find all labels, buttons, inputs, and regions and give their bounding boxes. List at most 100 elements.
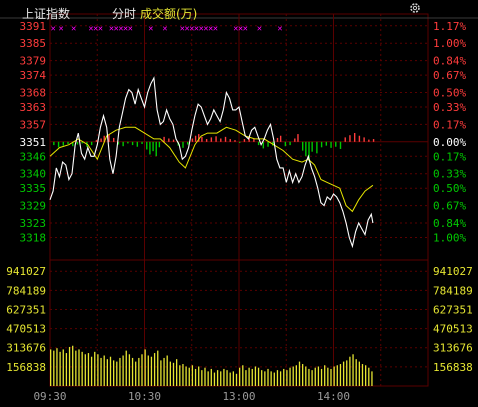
volume-bar — [72, 345, 74, 386]
volume-tick-label-right: 941027 — [433, 265, 473, 278]
volume-bar — [261, 370, 263, 386]
indicator-bar — [182, 141, 184, 148]
volume-bar — [327, 367, 329, 386]
volume-bar — [257, 367, 260, 386]
volume-bar — [239, 367, 241, 386]
indicator-bar — [220, 138, 222, 142]
volume-bar — [365, 365, 367, 386]
volume-bar — [169, 361, 171, 386]
volume-bar — [78, 349, 80, 386]
volume-bar — [308, 368, 310, 386]
indicator-bar — [234, 140, 236, 142]
indicator-bar — [325, 141, 328, 146]
volume-tick-label-right: 313676 — [433, 342, 473, 355]
volume-bar — [286, 370, 288, 386]
volume-bar — [317, 366, 320, 386]
volume-bar — [292, 366, 294, 386]
price-tick-label: 3346 — [20, 150, 47, 163]
indicator-bar — [131, 141, 134, 146]
indicator-bar — [53, 141, 55, 146]
indicator-bar — [95, 140, 98, 142]
volume-bar — [81, 351, 83, 386]
price-lines — [49, 76, 374, 249]
volume-bar — [279, 371, 282, 386]
indicator-bar — [267, 141, 269, 147]
volume-bar — [201, 370, 203, 386]
indicator-bar — [113, 137, 115, 142]
volume-bar — [166, 355, 168, 386]
indicator-bar — [141, 141, 143, 144]
pct-tick-label: 1.17% — [433, 20, 466, 33]
volume-bar — [198, 366, 200, 386]
volume-bar — [141, 354, 143, 386]
settings-icon[interactable] — [409, 2, 421, 14]
volume-bar — [65, 353, 68, 386]
volume-bar — [235, 373, 238, 386]
volume-bar — [210, 368, 212, 386]
volume-bar — [75, 350, 77, 386]
volume-bar — [157, 350, 159, 386]
volume-bar — [220, 371, 222, 386]
indicator-bar — [284, 141, 287, 147]
volume-bar — [116, 361, 118, 386]
signal-marker: ✕ — [127, 25, 133, 33]
volume-bar — [213, 372, 216, 386]
indicator-bar — [330, 141, 332, 148]
volume-bar — [267, 368, 269, 386]
volume-bar — [106, 359, 108, 386]
price-tick-label: 3318 — [20, 232, 47, 245]
volume-bar — [254, 366, 257, 386]
volume-bar — [314, 367, 316, 386]
price-tick-label: 3329 — [20, 200, 47, 213]
indicator-bar — [90, 141, 93, 146]
volume-tick-label-right: 784189 — [433, 284, 473, 297]
timeframe-tab[interactable]: 分时 — [112, 5, 136, 22]
volume-bar — [273, 372, 275, 386]
signal-marker: ✕ — [58, 25, 64, 33]
volume-bar — [113, 360, 115, 386]
indicator-bar — [353, 133, 356, 142]
pct-tick-label: 0.33% — [433, 168, 466, 181]
volume-bar — [144, 349, 146, 386]
time-tick-label: 09:30 — [33, 390, 66, 403]
volume-bar — [346, 360, 348, 386]
indicator-bar — [100, 138, 102, 142]
volume-bar — [97, 354, 99, 386]
pct-tick-label: 0.67% — [433, 200, 466, 213]
pct-tick-label: 1.00% — [433, 37, 466, 50]
volume-bar — [68, 346, 71, 386]
indicator-bar — [253, 139, 255, 142]
volume-bar — [56, 348, 58, 386]
indicator-bar — [191, 138, 194, 142]
volume-bar — [172, 362, 175, 386]
volume-bar — [207, 371, 209, 386]
pct-tick-label: 0.00% — [433, 136, 466, 149]
indicator-bar — [210, 137, 213, 142]
volume-bar — [53, 350, 55, 386]
volume-bars — [50, 345, 373, 386]
signal-marker: ✕ — [242, 25, 248, 33]
pct-tick-label: 0.17% — [433, 118, 466, 131]
indicator-bar — [172, 139, 175, 142]
indicator-bar — [205, 139, 208, 142]
indicator-bar — [152, 141, 154, 152]
pct-tick-label: 0.17% — [433, 150, 466, 163]
volume-bar — [94, 351, 96, 386]
intraday-chart: ✕ ✕ ✕ ✕✕✕ ✕✕✕✕✕ ✕ ✕ ✕✕✕✕✕✕✕✕ ✕✕✕ ✕ ✕ 3391 1.17%3385… — [0, 13, 478, 403]
volume-bar — [90, 356, 93, 386]
pct-tick-label: 1.00% — [433, 232, 466, 245]
indicator-bar — [239, 141, 241, 143]
indicator-bar — [276, 137, 279, 142]
indicator-bar — [229, 139, 231, 142]
indicator-bar — [158, 141, 161, 148]
price-tick-label: 3357 — [20, 118, 47, 131]
volume-bar — [103, 355, 105, 386]
signal-marker: ✕ — [71, 25, 77, 33]
volume-bar — [119, 357, 121, 386]
volume-bar — [298, 361, 301, 386]
pct-tick-label: 0.50% — [433, 87, 466, 100]
volume-bar — [109, 356, 112, 386]
volume-bar — [191, 365, 194, 386]
volume-bar — [204, 367, 206, 386]
volume-bar — [153, 353, 156, 386]
